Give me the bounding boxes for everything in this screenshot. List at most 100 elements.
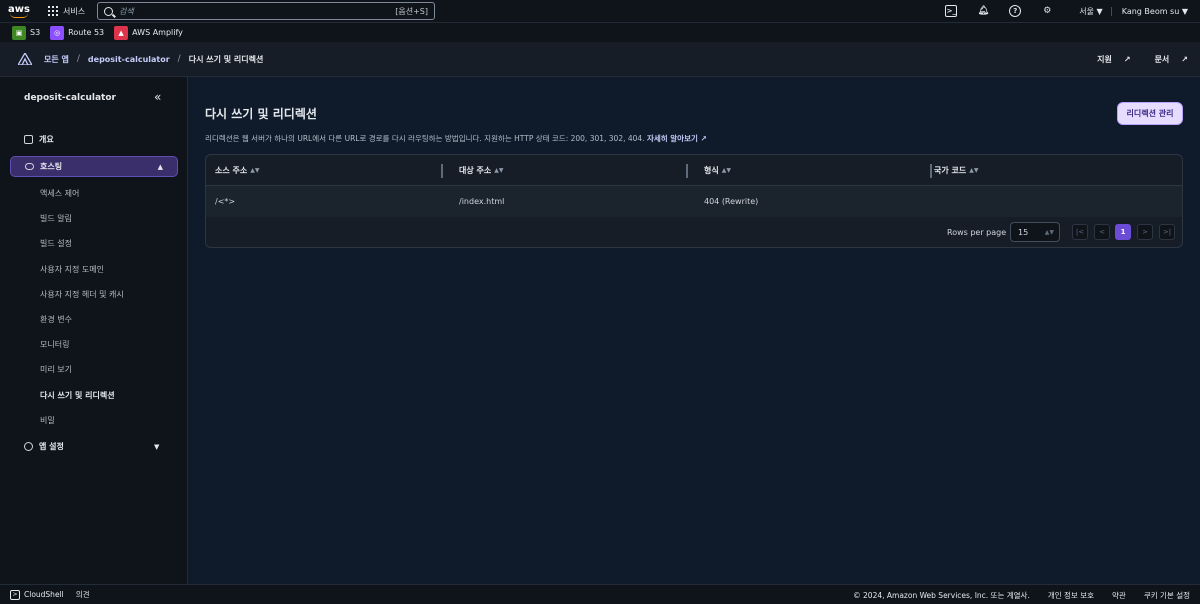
prev-page-button[interactable]: <	[1094, 224, 1110, 240]
privacy-link[interactable]: 개인 정보 보호	[1048, 590, 1094, 601]
favorite-amplify[interactable]: ▲ AWS Amplify	[114, 25, 183, 40]
sidebar-item-label: 개요	[39, 135, 54, 144]
table-header: 소스 주소 ▲▼ 대상 주소 ▲▼ 형식 ▲▼ 국가 코드 ▲▼	[206, 155, 1182, 186]
sort-icon: ▲▼	[969, 167, 979, 174]
column-label: 형식	[704, 166, 719, 175]
favorite-label: S3	[30, 28, 41, 37]
column-divider[interactable]	[441, 164, 443, 178]
services-menu-button[interactable]: 서비스	[48, 6, 85, 17]
settings-icon	[24, 442, 33, 451]
sidebar-item-monitoring[interactable]: 모니터링	[40, 339, 69, 350]
column-label: 국가 코드	[934, 166, 967, 175]
gear-icon[interactable]: ⚙	[1041, 5, 1053, 17]
external-link-icon: ↗	[1123, 55, 1131, 64]
support-label: 지원	[1097, 55, 1112, 64]
sidebar-item-overview[interactable]: 개요	[24, 134, 54, 145]
sidebar-item-previews[interactable]: 미리 보기	[40, 364, 72, 375]
favorite-s3[interactable]: ▣ S3	[12, 25, 41, 40]
cell-target: /index.html	[459, 197, 505, 206]
page-title: 다시 쓰기 및 리디렉션	[205, 107, 317, 121]
breadcrumb-separator: /	[177, 54, 181, 64]
manage-redirects-button[interactable]: 리디렉션 관리	[1117, 102, 1183, 125]
docs-link[interactable]: 문서 ↗	[1143, 54, 1188, 65]
first-page-button[interactable]: |<	[1072, 224, 1088, 240]
sort-icon: ▲▼	[250, 167, 260, 174]
region-selector[interactable]: 서울 ▼	[1079, 6, 1102, 17]
grid-icon	[48, 6, 58, 16]
page-button-current[interactable]: 1	[1115, 224, 1131, 240]
breadcrumb-separator: /	[76, 54, 80, 64]
column-country-code[interactable]: 국가 코드 ▲▼	[934, 155, 978, 186]
help-icon[interactable]: ?	[1009, 5, 1022, 17]
footer: > CloudShell 의견 © 2024, Amazon Web Servi…	[0, 584, 1200, 604]
caret-down-icon[interactable]: ▼	[154, 443, 159, 451]
column-target[interactable]: 대상 주소 ▲▼	[459, 155, 503, 186]
sidebar-item-custom-headers[interactable]: 사용자 지정 헤더 및 캐시	[40, 289, 124, 300]
aws-smile-icon	[10, 13, 28, 18]
collapse-sidebar-icon[interactable]: «	[154, 90, 161, 104]
top-navigation: aws 서비스 검색 [옵션+S] >_ 🔔︎ ? ⚙ 서울 ▼ Kang Be…	[0, 0, 1200, 22]
rows-per-page-label: Rows per page	[947, 228, 1007, 237]
amplify-logo-icon[interactable]	[16, 51, 34, 66]
rows-per-page-select[interactable]: 15 ▲▼	[1010, 222, 1060, 242]
sidebar-item-build-settings[interactable]: 빌드 설정	[40, 238, 72, 249]
favorite-label: Route 53	[68, 28, 105, 37]
caret-up-icon: ▲	[157, 162, 163, 171]
sort-icon: ▲▼	[721, 167, 731, 174]
sidebar-item-app-settings[interactable]: 앱 설정	[24, 441, 64, 452]
next-page-button[interactable]: >	[1137, 224, 1153, 240]
breadcrumb-app[interactable]: deposit-calculator	[88, 55, 170, 64]
cloud-icon	[25, 163, 34, 170]
terms-link[interactable]: 약관	[1112, 590, 1126, 601]
overview-icon	[24, 135, 33, 144]
sidebar: deposit-calculator « 개요 호스팅 ▲ 액세스 제어 빌드 …	[0, 77, 188, 584]
page-description: 리디렉션은 웹 서버가 하나의 URL에서 다른 URL로 경로를 다시 라우팅…	[205, 133, 707, 144]
table-row[interactable]: /<*> /index.html 404 (Rewrite)	[206, 186, 1182, 217]
sort-icon: ▲▼	[494, 167, 504, 174]
learn-more-label: 자세히 알아보기	[646, 134, 698, 143]
cell-source: /<*>	[215, 197, 236, 206]
breadcrumb-all-apps[interactable]: 모든 앱	[44, 54, 69, 65]
column-divider[interactable]	[930, 164, 932, 178]
favorites-bar: ▣ S3 ◎ Route 53 ▲ AWS Amplify	[0, 22, 1200, 42]
column-source[interactable]: 소스 주소 ▲▼	[215, 155, 259, 186]
last-page-button[interactable]: >|	[1159, 224, 1175, 240]
aws-logo[interactable]: aws	[0, 0, 38, 22]
cloudshell-button[interactable]: > CloudShell	[10, 589, 64, 600]
bell-icon[interactable]: 🔔︎	[977, 5, 989, 17]
top-nav-right: >_ 🔔︎ ? ⚙ 서울 ▼ Kang Beom su ▼	[935, 0, 1200, 22]
services-label: 서비스	[63, 6, 86, 16]
sidebar-item-environment-variables[interactable]: 환경 변수	[40, 314, 72, 325]
sidebar-item-hosting[interactable]: 호스팅 ▲	[10, 156, 178, 177]
s3-icon: ▣	[12, 25, 26, 40]
search-shortcut: [옵션+S]	[395, 6, 428, 16]
sidebar-item-custom-domains[interactable]: 사용자 지정 도메인	[40, 264, 104, 275]
description-text: 리디렉션은 웹 서버가 하나의 URL에서 다른 URL로 경로를 다시 라우팅…	[205, 134, 645, 143]
cloudshell-icon[interactable]: >_	[945, 5, 958, 17]
sidebar-item-build-notifications[interactable]: 빌드 알림	[40, 213, 72, 224]
favorite-route53[interactable]: ◎ Route 53	[50, 25, 105, 40]
sidebar-item-rewrites-redirects[interactable]: 다시 쓰기 및 리디렉션	[40, 390, 115, 401]
breadcrumb: 모든 앱 / deposit-calculator / 다시 쓰기 및 리디렉션…	[0, 42, 1200, 77]
feedback-link[interactable]: 의견	[76, 589, 90, 600]
favorite-label: AWS Amplify	[132, 28, 183, 37]
sidebar-item-secrets[interactable]: 비밀	[40, 415, 55, 426]
rows-per-page-value: 15	[1018, 227, 1029, 237]
breadcrumb-current: 다시 쓰기 및 리디렉션	[188, 54, 264, 64]
column-label: 소스 주소	[215, 166, 248, 175]
column-divider[interactable]	[686, 164, 688, 178]
cloudshell-icon: >	[10, 589, 20, 600]
search-icon	[104, 6, 113, 16]
user-menu[interactable]: Kang Beom su ▼	[1110, 6, 1188, 16]
sidebar-item-label: 앱 설정	[39, 442, 64, 451]
sidebar-item-access-control[interactable]: 액세스 제어	[40, 188, 79, 199]
route53-icon: ◎	[50, 25, 65, 40]
search-placeholder: 검색	[119, 6, 134, 16]
cookie-preferences-link[interactable]: 쿠키 기본 설정	[1144, 590, 1190, 601]
learn-more-link[interactable]: 자세히 알아보기 ↗	[647, 134, 707, 143]
support-link[interactable]: 지원 ↗	[1085, 54, 1130, 65]
column-type[interactable]: 형식 ▲▼	[704, 155, 731, 186]
sidebar-title: deposit-calculator	[24, 93, 116, 103]
copyright-text: © 2024, Amazon Web Services, Inc. 또는 계열사…	[853, 590, 1030, 600]
search-input[interactable]: 검색 [옵션+S]	[97, 2, 435, 20]
